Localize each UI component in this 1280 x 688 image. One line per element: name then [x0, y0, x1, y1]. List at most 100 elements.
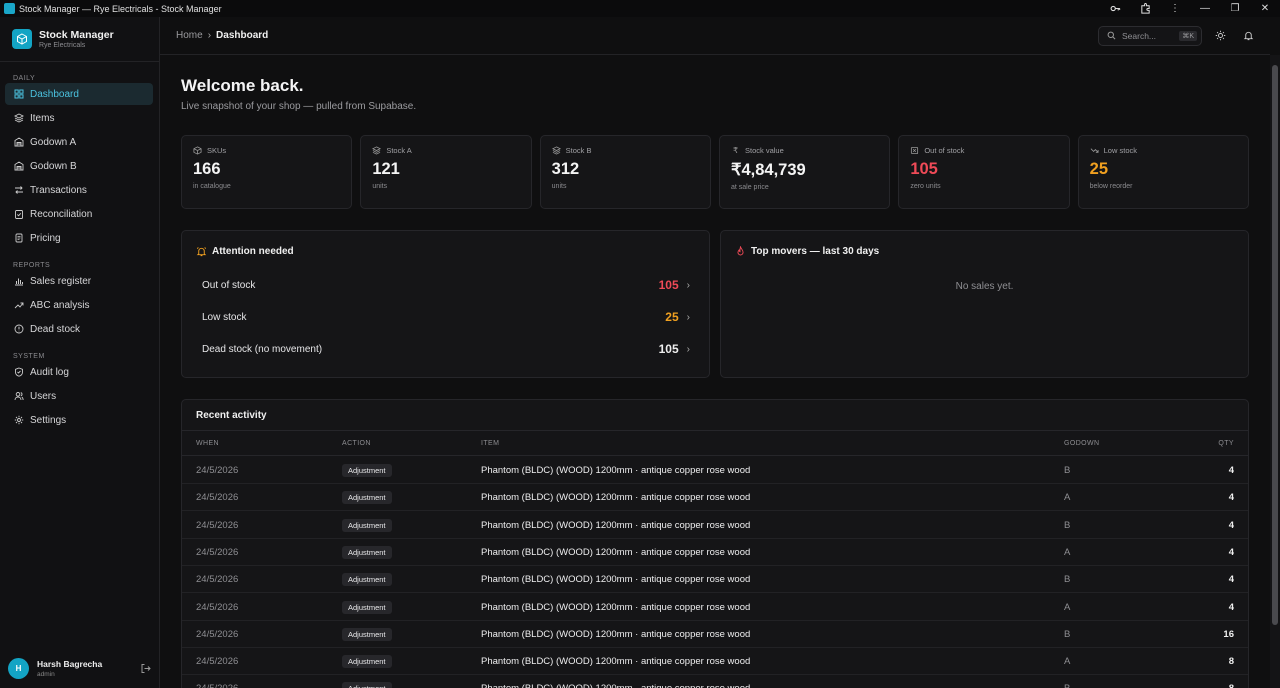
action-badge: Adjustment: [342, 518, 392, 532]
cell-godown: B: [1064, 628, 1071, 640]
table-row[interactable]: 24/5/2026 Adjustment Phantom (BLDC) (WOOD)…: [182, 539, 1248, 566]
cell-item[interactable]: Phantom (BLDC) (WOOD) 1200mm · antique c…: [481, 602, 750, 613]
sidebar-item-reconciliation[interactable]: Reconciliation: [5, 203, 153, 225]
sidebar-item-pricing[interactable]: Pricing: [5, 227, 153, 249]
col-qty[interactable]: QTY: [1218, 440, 1234, 447]
sidebar-item-users[interactable]: Users: [5, 385, 153, 407]
cell-item[interactable]: Phantom (BLDC) (WOOD) 1200mm · antique c…: [481, 683, 750, 688]
table-row[interactable]: 24/5/2026 Adjustment Phantom (BLDC) (WOOD)…: [182, 675, 1248, 688]
warehouse-icon: [14, 137, 24, 147]
layers-icon: [14, 113, 24, 123]
cell-item[interactable]: Phantom (BLDC) (WOOD) 1200mm · antique c…: [481, 465, 750, 476]
scrollbar[interactable]: [1270, 55, 1280, 688]
stat-card-low-stock[interactable]: Low stock 25 below reorder: [1077, 135, 1249, 209]
table-row[interactable]: 24/5/2026 Adjustment Phantom (BLDC) (WOOD)…: [182, 648, 1248, 676]
table-header: WHEN ACTION ITEM GODOWN QTY: [182, 431, 1248, 456]
user-profile[interactable]: H Harsh Bagrecha admin: [0, 648, 159, 688]
attention-count: 105: [658, 278, 679, 292]
window-titlebar: Stock Manager — Rye Electricals - Stock …: [0, 0, 1280, 17]
table-row[interactable]: 24/5/2026 Adjustment Phantom (BLDC) (WOOD)…: [182, 484, 1248, 512]
stat-card-stock-a[interactable]: Stock A 121 units: [360, 135, 532, 209]
sidebar-item-label: Settings: [30, 414, 67, 426]
stat-caption: units: [372, 183, 388, 190]
bell-icon[interactable]: [1238, 26, 1258, 46]
sidebar-item-godown-b[interactable]: Godown B: [5, 155, 153, 177]
stat-label: Stock B: [565, 146, 592, 155]
cell-qty: 8: [1228, 656, 1234, 668]
top-movers-panel: Top movers — last 30 days No sales yet.: [720, 230, 1249, 378]
sidebar-item-dashboard[interactable]: Dashboard: [5, 83, 153, 105]
stat-card-skus[interactable]: SKUs 166 in catalogue: [181, 135, 353, 209]
sidebar-item-abc-analysis[interactable]: ABC analysis: [5, 294, 153, 316]
sidebar-item-godown-a[interactable]: Godown A: [5, 131, 153, 153]
sidebar: Stock Manager Rye Electricals DAILY Dash…: [0, 17, 160, 688]
cell-when: 24/5/2026: [196, 683, 238, 688]
col-item[interactable]: ITEM: [481, 440, 499, 447]
minimize-icon[interactable]: —: [1190, 0, 1220, 17]
table-row[interactable]: 24/5/2026 Adjustment Phantom (BLDC) (WOOD)…: [182, 566, 1248, 594]
col-godown[interactable]: GODOWN: [1064, 440, 1099, 447]
cell-item[interactable]: Phantom (BLDC) (WOOD) 1200mm · antique c…: [481, 547, 750, 558]
cell-item[interactable]: Phantom (BLDC) (WOOD) 1200mm · antique c…: [481, 574, 750, 585]
sidebar-item-sales-register[interactable]: Sales register: [5, 270, 153, 292]
logout-icon[interactable]: [139, 662, 151, 674]
stat-card-stock-b[interactable]: Stock B 312 units: [539, 135, 711, 209]
table-row[interactable]: 24/5/2026 Adjustment Phantom (BLDC) (WOOD)…: [182, 512, 1248, 539]
cell-item[interactable]: Phantom (BLDC) (WOOD) 1200mm · antique c…: [481, 520, 750, 531]
search-input[interactable]: Search... ⌘K: [1098, 25, 1202, 46]
stat-value: 105: [910, 160, 938, 178]
extension-icon[interactable]: [1130, 0, 1160, 17]
panel-title: Recent activity: [196, 410, 267, 421]
table-row[interactable]: 24/5/2026 Adjustment Phantom (BLDC) (WOOD)…: [182, 621, 1248, 648]
col-when[interactable]: WHEN: [196, 440, 219, 447]
attention-count: 105: [658, 342, 679, 356]
sidebar-item-settings[interactable]: Settings: [5, 409, 153, 431]
key-icon[interactable]: [1100, 0, 1130, 17]
sidebar-item-label: Sales register: [30, 275, 92, 287]
chevron-right-icon: ›: [686, 343, 690, 355]
action-badge: Adjustment: [342, 627, 392, 641]
chevron-right-icon: ›: [207, 30, 212, 41]
cell-godown: B: [1064, 683, 1070, 688]
sidebar-item-audit-log[interactable]: Audit log: [5, 361, 153, 383]
cell-godown: A: [1064, 656, 1071, 668]
stat-card-out-of-stock[interactable]: Out of stock 105 zero units: [898, 135, 1070, 209]
table-row[interactable]: 24/5/2026 Adjustment Phantom (BLDC) (WOOD)…: [182, 457, 1248, 484]
sidebar-item-dead-stock[interactable]: Dead stock: [5, 318, 153, 340]
cell-godown: A: [1064, 601, 1071, 613]
stat-card-stock-value[interactable]: ₹ Stock value ₹4,84,739 at sale price: [718, 135, 891, 209]
cell-item[interactable]: Phantom (BLDC) (WOOD) 1200mm · antique c…: [481, 656, 750, 667]
attention-row-low-stock[interactable]: Low stock 25 ›: [202, 307, 690, 327]
cell-item[interactable]: Phantom (BLDC) (WOOD) 1200mm · antique c…: [481, 492, 750, 503]
panel-title: Top movers — last 30 days: [751, 246, 880, 257]
sidebar-item-items[interactable]: Items: [5, 107, 153, 129]
bar-chart-icon: [14, 276, 24, 286]
table-row[interactable]: 24/5/2026 Adjustment Phantom (BLDC) (WOOD)…: [182, 594, 1248, 621]
sidebar-item-label: Transactions: [30, 184, 87, 196]
scrollbar-thumb[interactable]: [1272, 65, 1278, 625]
chevron-right-icon: ›: [686, 279, 690, 291]
sidebar-item-label: Dashboard: [30, 88, 79, 100]
layers-icon: [372, 146, 382, 155]
cell-item[interactable]: Phantom (BLDC) (WOOD) 1200mm · antique c…: [481, 629, 750, 640]
empty-state: No sales yet.: [955, 281, 1014, 292]
stat-label: Stock A: [386, 146, 412, 155]
panel-title: Attention needed: [212, 246, 294, 257]
col-action[interactable]: ACTION: [342, 440, 371, 447]
attention-row-out-of-stock[interactable]: Out of stock 105 ›: [202, 275, 690, 295]
action-badge: Adjustment: [342, 545, 392, 559]
brand[interactable]: Stock Manager Rye Electricals: [0, 17, 159, 62]
restore-icon[interactable]: ❐: [1220, 0, 1250, 17]
breadcrumb-home[interactable]: Home: [176, 30, 203, 41]
attention-label: Low stock: [202, 311, 247, 323]
stats-row: SKUs 166 in catalogue Stock A 121 units …: [181, 135, 1249, 209]
cell-godown: B: [1064, 574, 1071, 586]
attention-row-dead-stock[interactable]: Dead stock (no movement) 105 ›: [202, 339, 690, 359]
more-menu-icon[interactable]: ⋮: [1160, 0, 1190, 17]
cell-qty: 4: [1228, 574, 1234, 586]
sidebar-item-transactions[interactable]: Transactions: [5, 179, 153, 201]
theme-toggle-sun-icon[interactable]: [1210, 26, 1230, 46]
close-icon[interactable]: ✕: [1250, 0, 1280, 17]
stat-caption: zero units: [910, 183, 941, 190]
attention-label: Out of stock: [202, 279, 256, 291]
